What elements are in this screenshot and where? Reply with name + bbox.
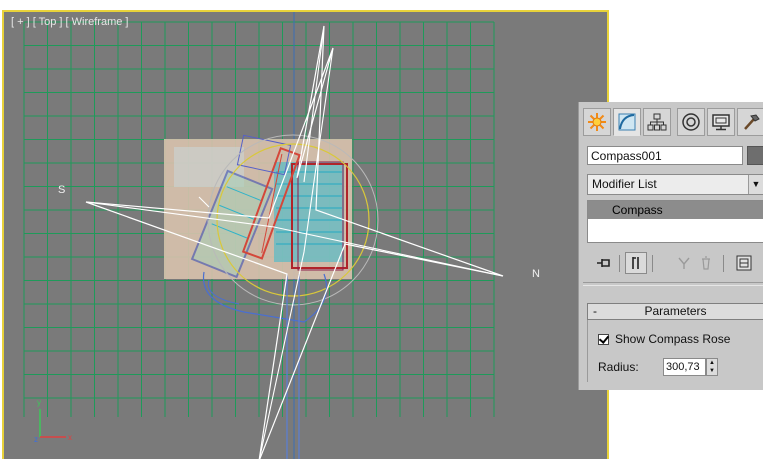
axis-tripod: y x z bbox=[34, 398, 72, 444]
tab-hierarchy[interactable] bbox=[643, 108, 671, 136]
floor-plan-image[interactable] bbox=[164, 134, 352, 279]
show-end-result-icon[interactable] bbox=[625, 252, 647, 274]
make-unique-icon[interactable] bbox=[673, 252, 695, 274]
pin-stack-icon[interactable] bbox=[593, 252, 615, 274]
tab-display[interactable] bbox=[707, 108, 735, 136]
rollout-title: Parameters bbox=[644, 304, 707, 318]
hammer-icon bbox=[744, 114, 760, 130]
command-panel: Modifier List ▼ Compass - Parameters bbox=[578, 102, 763, 390]
viewport-label[interactable]: [ + ] [ Top ] [ Wireframe ] bbox=[11, 16, 128, 28]
checkbox-checked[interactable] bbox=[598, 333, 609, 345]
svg-text:z: z bbox=[34, 435, 38, 444]
compass-south-label: S bbox=[58, 184, 66, 196]
modifier-stack-toolbar bbox=[587, 252, 763, 276]
modifier-list-value: Modifier List bbox=[592, 177, 657, 191]
object-name-field[interactable] bbox=[587, 146, 743, 165]
show-compass-rose-checkbox[interactable]: Show Compass Rose bbox=[598, 332, 730, 346]
modifier-list-dropdown[interactable]: Modifier List ▼ bbox=[587, 174, 763, 195]
sun-icon bbox=[588, 113, 606, 131]
radius-spinner[interactable]: ▲ ▼ bbox=[706, 358, 718, 376]
compass-north-label: N bbox=[532, 268, 540, 280]
modify-curve-icon bbox=[618, 113, 636, 131]
svg-text:x: x bbox=[68, 433, 72, 442]
show-compass-rose-label: Show Compass Rose bbox=[615, 332, 731, 346]
tab-utilities[interactable] bbox=[737, 108, 763, 136]
radius-label: Radius: bbox=[598, 360, 639, 374]
tab-create[interactable] bbox=[583, 108, 611, 136]
svg-text:y: y bbox=[37, 398, 41, 407]
parameters-rollout-header[interactable]: - Parameters bbox=[587, 303, 763, 320]
blue-wire-arc bbox=[202, 271, 328, 323]
tab-motion[interactable] bbox=[677, 108, 705, 136]
remove-modifier-icon[interactable] bbox=[695, 252, 717, 274]
modifier-stack[interactable]: Compass bbox=[587, 200, 763, 243]
object-color-swatch[interactable] bbox=[747, 146, 763, 165]
command-panel-tabs bbox=[583, 108, 763, 138]
parameters-rollout-body: Show Compass Rose Radius: 300,73 ▲ ▼ bbox=[587, 320, 763, 382]
viewport-top[interactable]: y x z [ + ] [ Top ] [ Wireframe ] S N bbox=[2, 10, 609, 459]
stack-item-compass[interactable]: Compass bbox=[588, 201, 763, 219]
monitor-icon bbox=[712, 114, 730, 131]
configure-modifier-sets-icon[interactable] bbox=[733, 252, 755, 274]
tab-modify[interactable] bbox=[613, 108, 641, 136]
motion-circle-icon bbox=[682, 113, 700, 131]
viewport-canvas[interactable]: y x z bbox=[4, 12, 609, 459]
radius-field[interactable]: 300,73 bbox=[663, 358, 706, 376]
panel-divider bbox=[583, 282, 763, 286]
hierarchy-icon bbox=[647, 113, 667, 131]
chevron-down-icon[interactable]: ▼ bbox=[748, 175, 763, 194]
